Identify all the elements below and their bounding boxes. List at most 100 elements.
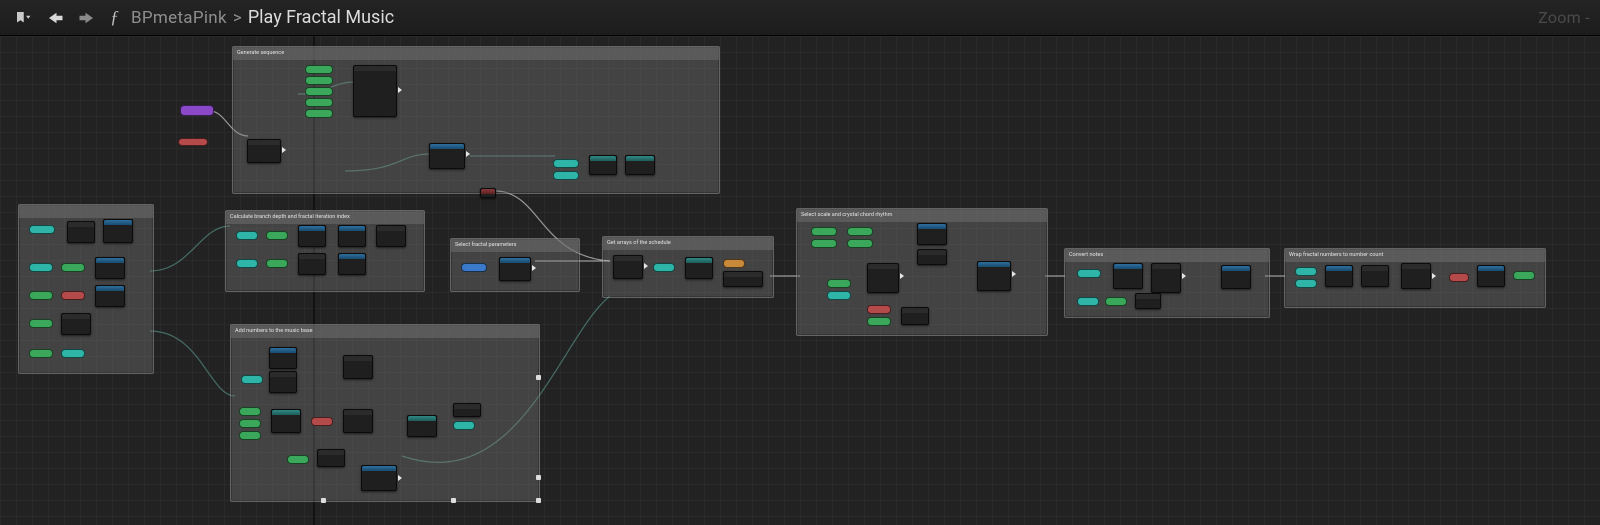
graph-node[interactable]	[353, 65, 397, 117]
comment-select-fractal-params[interactable]: Select fractal parameters	[450, 238, 580, 292]
variable-node[interactable]	[461, 263, 487, 272]
graph-node[interactable]	[429, 143, 465, 169]
variable-node[interactable]	[29, 225, 55, 234]
breadcrumb-root[interactable]: BPmetaPink	[131, 8, 227, 28]
comment-select-scale[interactable]: Select scale and crystal chord rhythm	[796, 208, 1048, 336]
graph-node[interactable]	[1401, 263, 1431, 289]
variable-node[interactable]	[236, 231, 258, 240]
graph-node[interactable]	[343, 355, 373, 379]
variable-node[interactable]	[61, 291, 85, 300]
graph-node[interactable]	[917, 223, 947, 245]
comment-misc-left[interactable]	[18, 204, 154, 374]
graph-node[interactable]	[589, 155, 617, 175]
variable-node[interactable]	[867, 317, 891, 326]
variable-node[interactable]	[811, 227, 837, 236]
nav-forward-button[interactable]	[74, 6, 100, 30]
variable-node[interactable]	[1077, 297, 1099, 306]
graph-node[interactable]	[298, 225, 326, 247]
comment-calc-branch-depth[interactable]: Calculate branch depth and fractal itera…	[225, 210, 425, 292]
variable-node[interactable]	[29, 319, 53, 328]
graph-node[interactable]	[1151, 263, 1181, 293]
graph-node[interactable]	[1325, 265, 1353, 287]
comment-get-arrays[interactable]: Get arrays of the schedule	[602, 236, 774, 298]
variable-node[interactable]	[1513, 271, 1535, 280]
variable-node[interactable]	[811, 239, 837, 248]
nav-back-button[interactable]	[42, 6, 68, 30]
graph-node[interactable]	[901, 307, 929, 325]
graph-node[interactable]	[338, 253, 366, 275]
variable-node[interactable]	[847, 227, 873, 236]
variable-node[interactable]	[653, 263, 675, 272]
graph-node[interactable]	[723, 271, 763, 287]
variable-node[interactable]	[847, 239, 873, 248]
graph-node[interactable]	[67, 221, 95, 243]
comment-add-numbers[interactable]: Add numbers to the music base	[230, 324, 540, 502]
variable-node[interactable]	[61, 263, 85, 272]
graph-node[interactable]	[317, 449, 345, 467]
function-entry-node[interactable]	[180, 105, 214, 116]
variable-node[interactable]	[305, 65, 333, 74]
graph-node[interactable]	[298, 253, 326, 275]
graph-node[interactable]	[1477, 265, 1505, 287]
variable-node[interactable]	[29, 263, 53, 272]
graph-node[interactable]	[95, 285, 125, 307]
variable-node[interactable]	[305, 98, 333, 107]
variable-node[interactable]	[305, 76, 333, 85]
variable-node[interactable]	[867, 305, 891, 314]
graph-node[interactable]	[376, 225, 406, 247]
blueprint-graph-canvas[interactable]: Generate sequence	[0, 36, 1600, 525]
graph-node[interactable]	[625, 155, 655, 175]
graph-node[interactable]	[1135, 293, 1161, 309]
reroute-node[interactable]	[480, 188, 496, 198]
graph-node[interactable]	[103, 219, 133, 243]
graph-node[interactable]	[917, 249, 947, 265]
variable-node[interactable]	[236, 259, 258, 268]
comment-wrap-numbers[interactable]: Wrap fractal numbers to number count	[1284, 248, 1546, 308]
variable-node[interactable]	[178, 138, 208, 146]
resize-handle[interactable]	[536, 475, 541, 480]
save-menu-button[interactable]	[10, 6, 36, 30]
variable-node[interactable]	[239, 407, 261, 416]
variable-node[interactable]	[1295, 279, 1317, 288]
graph-node[interactable]	[61, 313, 91, 335]
graph-node[interactable]	[1361, 265, 1389, 287]
variable-node[interactable]	[1105, 297, 1127, 306]
resize-handle[interactable]	[321, 498, 326, 503]
variable-node[interactable]	[1077, 269, 1101, 278]
variable-node[interactable]	[827, 291, 851, 300]
variable-node[interactable]	[239, 431, 261, 440]
variable-node[interactable]	[241, 375, 263, 384]
graph-node[interactable]	[453, 403, 481, 417]
variable-node[interactable]	[29, 349, 53, 358]
graph-node[interactable]	[407, 415, 437, 437]
graph-node[interactable]	[343, 409, 373, 433]
graph-node[interactable]	[338, 225, 366, 247]
resize-handle[interactable]	[451, 498, 456, 503]
comment-generate-sequence[interactable]: Generate sequence	[232, 46, 720, 194]
graph-node[interactable]	[867, 263, 899, 293]
variable-node[interactable]	[723, 259, 745, 268]
variable-node[interactable]	[266, 231, 288, 240]
graph-node[interactable]	[977, 261, 1011, 291]
graph-node[interactable]	[685, 257, 713, 279]
breadcrumb-leaf[interactable]: Play Fractal Music	[248, 7, 394, 28]
variable-node[interactable]	[266, 259, 288, 268]
graph-node[interactable]	[613, 255, 643, 279]
resize-handle[interactable]	[536, 498, 541, 503]
graph-node[interactable]	[1221, 265, 1251, 289]
variable-node[interactable]	[305, 109, 333, 118]
variable-node[interactable]	[453, 421, 475, 430]
graph-node[interactable]	[95, 257, 125, 279]
graph-node[interactable]	[499, 257, 531, 281]
comment-convert-notes[interactable]: Convert notes	[1064, 248, 1270, 318]
variable-node[interactable]	[287, 455, 309, 464]
variable-node[interactable]	[827, 279, 851, 288]
variable-node[interactable]	[29, 291, 53, 300]
graph-node[interactable]	[1113, 263, 1143, 289]
variable-node[interactable]	[553, 159, 579, 168]
graph-node[interactable]	[247, 139, 281, 163]
graph-node[interactable]	[269, 371, 297, 393]
graph-node[interactable]	[269, 347, 297, 369]
graph-node[interactable]	[361, 465, 397, 491]
variable-node[interactable]	[305, 87, 333, 96]
